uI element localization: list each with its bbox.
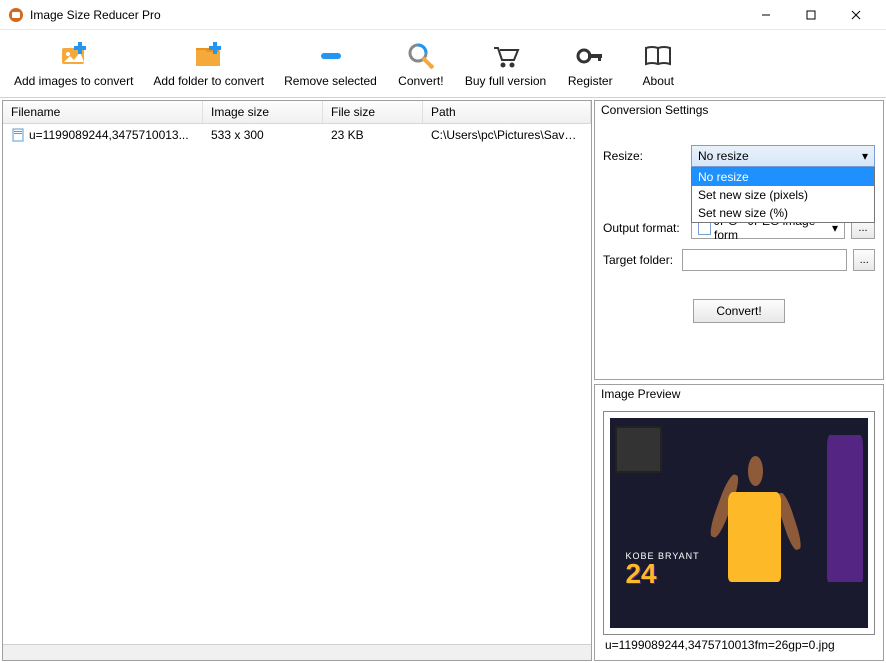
- target-folder-input[interactable]: [682, 249, 847, 271]
- resize-row: Resize: No resize ▾ No resize Set new si…: [603, 145, 875, 167]
- preview-jersey-number: 24: [625, 558, 656, 590]
- cell-filesize: 23 KB: [323, 126, 423, 144]
- settings-title: Conversion Settings: [595, 101, 883, 119]
- resize-label: Resize:: [603, 149, 685, 163]
- window-title: Image Size Reducer Pro: [30, 8, 743, 22]
- chevron-down-icon: ▾: [832, 221, 838, 235]
- output-label: Output format:: [603, 221, 685, 235]
- cell-path: C:\Users\pc\Pictures\Saved P: [423, 126, 591, 144]
- cell-imagesize: 533 x 300: [203, 126, 323, 144]
- register-button[interactable]: Register: [560, 38, 620, 90]
- convert-main-button[interactable]: Convert!: [693, 299, 784, 323]
- close-button[interactable]: [833, 1, 878, 29]
- add-images-icon: [58, 40, 90, 72]
- col-filename[interactable]: Filename: [3, 101, 203, 123]
- table-header: Filename Image size File size Path: [3, 101, 591, 124]
- col-imagesize[interactable]: Image size: [203, 101, 323, 123]
- preview-image: KOBE BRYANT 24: [610, 418, 868, 628]
- toolbar: Add images to convert Add folder to conv…: [0, 30, 886, 98]
- remove-selected-button[interactable]: Remove selected: [278, 38, 383, 90]
- minimize-button[interactable]: [743, 1, 788, 29]
- titlebar: Image Size Reducer Pro: [0, 0, 886, 30]
- cell-filename: u=1199089244,3475710013...: [29, 128, 189, 142]
- add-images-button[interactable]: Add images to convert: [8, 38, 139, 90]
- resize-dropdown: No resize Set new size (pixels) Set new …: [691, 167, 875, 223]
- app-icon: [8, 7, 24, 23]
- image-preview-panel: Image Preview KOBE BRYANT 24: [594, 384, 884, 661]
- table-body[interactable]: u=1199089244,3475710013... 533 x 300 23 …: [3, 124, 591, 644]
- book-icon: [642, 40, 674, 72]
- preview-filename: u=1199089244,3475710013fm=26gp=0.jpg: [603, 635, 875, 652]
- target-folder-browse-button[interactable]: ...: [853, 249, 875, 271]
- horizontal-scrollbar[interactable]: [3, 644, 591, 660]
- file-icon: [11, 128, 25, 142]
- resize-option-noresize[interactable]: No resize: [692, 168, 874, 186]
- target-folder-row: Target folder: ...: [603, 249, 875, 271]
- convert-icon: [405, 40, 437, 72]
- table-row[interactable]: u=1199089244,3475710013... 533 x 300 23 …: [3, 124, 591, 146]
- resize-option-pixels[interactable]: Set new size (pixels): [692, 186, 874, 204]
- resize-combo[interactable]: No resize ▾: [691, 145, 875, 167]
- buy-button[interactable]: Buy full version: [459, 38, 552, 90]
- chevron-down-icon: ▾: [862, 149, 868, 163]
- preview-frame: KOBE BRYANT 24: [603, 411, 875, 635]
- file-list-pane: Filename Image size File size Path u=119…: [2, 100, 592, 661]
- target-label: Target folder:: [603, 253, 676, 267]
- convert-button[interactable]: Convert!: [391, 38, 451, 90]
- conversion-settings-panel: Conversion Settings Resize: No resize ▾ …: [594, 100, 884, 380]
- key-icon: [574, 40, 606, 72]
- maximize-button[interactable]: [788, 1, 833, 29]
- right-pane: Conversion Settings Resize: No resize ▾ …: [594, 100, 884, 661]
- remove-icon: [315, 40, 347, 72]
- add-folder-icon: [193, 40, 225, 72]
- about-button[interactable]: About: [628, 38, 688, 90]
- content: Filename Image size File size Path u=119…: [0, 98, 886, 663]
- cart-icon: [490, 40, 522, 72]
- col-filesize[interactable]: File size: [323, 101, 423, 123]
- resize-option-percent[interactable]: Set new size (%): [692, 204, 874, 222]
- col-path[interactable]: Path: [423, 101, 591, 123]
- checkbox-icon: [698, 222, 711, 235]
- preview-title: Image Preview: [595, 385, 883, 403]
- add-folder-button[interactable]: Add folder to convert: [147, 38, 270, 90]
